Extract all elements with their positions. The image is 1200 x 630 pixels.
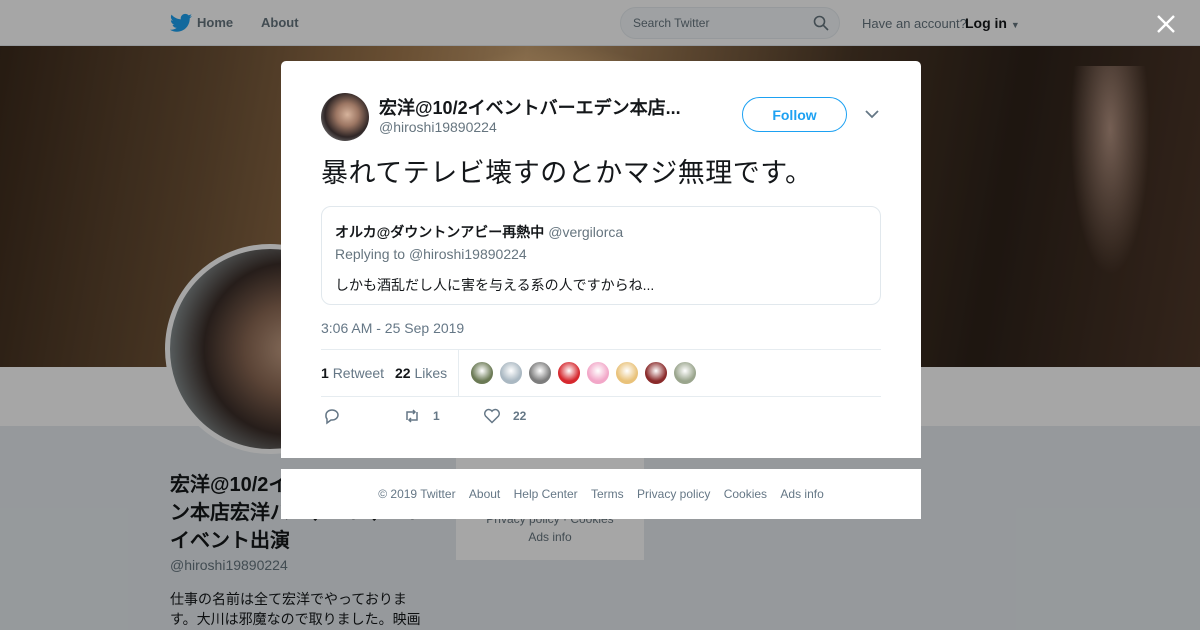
- reply-action[interactable]: [323, 407, 353, 425]
- retweet-action-count: 1: [433, 409, 440, 423]
- quoted-author-name: オルカ@ダウントンアビー再熱中: [335, 224, 545, 240]
- footer-link-cookies[interactable]: Cookies: [724, 487, 767, 501]
- stats-divider: [458, 350, 459, 396]
- author-name[interactable]: 宏洋@10/2イベントバーエデン本店...: [379, 94, 681, 120]
- like-action[interactable]: 22: [483, 407, 526, 425]
- liker-avatar[interactable]: [644, 361, 668, 385]
- tweet-text: 暴れてテレビ壊すのとかマジ無理です。: [321, 158, 813, 188]
- liker-avatar[interactable]: [470, 361, 494, 385]
- tweet-actions: 1 22: [321, 407, 881, 431]
- close-icon[interactable]: [1156, 14, 1176, 34]
- reply-handle: @hiroshi19890224: [408, 246, 527, 262]
- author-avatar[interactable]: [321, 93, 369, 141]
- liker-avatar[interactable]: [615, 361, 639, 385]
- quoted-tweet[interactable]: オルカ@ダウントンアビー再熱中 @vergilorca Replying to @…: [321, 206, 881, 305]
- liker-avatar[interactable]: [586, 361, 610, 385]
- author-handle[interactable]: @hiroshi19890224: [379, 119, 497, 135]
- quoted-reply-context: Replying to @hiroshi19890224: [335, 246, 527, 262]
- liker-avatar[interactable]: [499, 361, 523, 385]
- quoted-author-handle: @vergilorca: [548, 224, 624, 240]
- footer-link-ads[interactable]: Ads info: [780, 487, 823, 501]
- retweet-label: Retweet: [332, 365, 385, 381]
- follow-button[interactable]: Follow: [742, 97, 847, 132]
- retweet-stat[interactable]: 1 Retweet: [321, 365, 384, 381]
- liker-avatar[interactable]: [673, 361, 697, 385]
- retweet-count: 1: [321, 365, 329, 381]
- quoted-author: オルカ@ダウントンアビー再熱中 @vergilorca: [335, 222, 623, 242]
- liker-avatar[interactable]: [557, 361, 581, 385]
- reply-prefix: Replying to: [335, 246, 406, 262]
- reply-icon: [325, 409, 339, 425]
- tweet-timestamp: 3:06 AM - 25 Sep 2019: [321, 320, 465, 336]
- footer-copyright: © 2019 Twitter: [378, 487, 456, 501]
- tweet-permalink-modal: 宏洋@10/2イベントバーエデン本店... @hiroshi19890224 F…: [281, 61, 921, 458]
- likes-stat[interactable]: 22 Likes: [395, 365, 447, 381]
- like-action-count: 22: [513, 409, 527, 423]
- likes-count: 22: [395, 365, 411, 381]
- tweet-stats: 1 Retweet 22 Likes: [321, 349, 881, 397]
- liker-avatar[interactable]: [528, 361, 552, 385]
- modal-footer: © 2019 Twitter About Help Center Terms P…: [281, 469, 921, 519]
- quoted-tweet-text: しかも酒乱だし人に害を与える系の人ですからね...: [335, 277, 655, 293]
- footer-link-terms[interactable]: Terms: [591, 487, 624, 501]
- footer-link-privacy[interactable]: Privacy policy: [637, 487, 710, 501]
- footer-link-about[interactable]: About: [469, 487, 500, 501]
- footer-link-help[interactable]: Help Center: [514, 487, 578, 501]
- retweet-action[interactable]: 1: [403, 407, 440, 425]
- heart-icon: [484, 408, 500, 424]
- retweet-icon: [406, 409, 418, 423]
- likes-label: Likes: [414, 365, 448, 381]
- chevron-down-icon[interactable]: [865, 109, 879, 119]
